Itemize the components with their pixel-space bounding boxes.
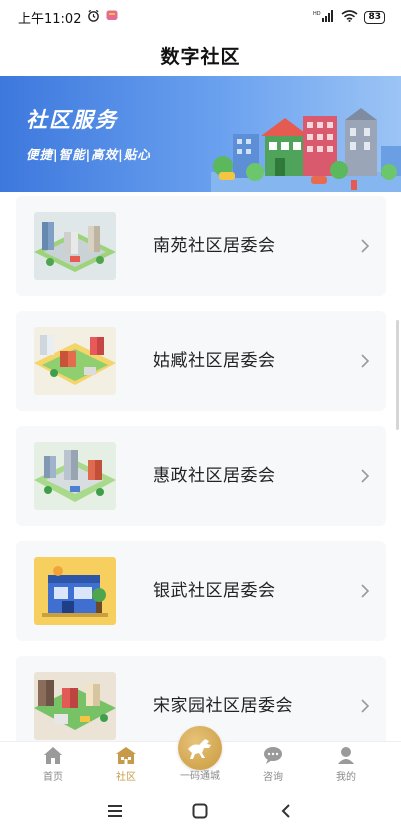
tab-label: 我的 [336,772,356,783]
storefront-icon [34,557,116,625]
community-icon [116,747,136,764]
tab-consult[interactable]: 咨询 [243,742,303,790]
community-service-banner[interactable]: 社区服务 便捷|智能|高效|贴心 [0,76,401,192]
banner-title: 社区服务 [26,108,118,132]
home-icon [44,747,62,764]
chevron-right-icon [361,239,370,253]
chat-icon [264,747,282,764]
system-nav-bar [0,789,401,833]
banner-subtitle: 便捷|智能|高效|贴心 [26,147,151,162]
status-bar: 上午11:02 HD 83 [0,0,401,34]
isometric-city-icon [34,212,116,280]
back-icon[interactable] [275,800,297,822]
page-title: 数字社区 [160,45,241,68]
isometric-city-icon [34,672,116,740]
svg-text:HD: HD [313,11,321,17]
status-time: 上午11:02 [18,11,82,27]
isometric-city-icon [34,327,116,395]
chevron-right-icon [361,354,370,368]
community-name: 惠政社区居委会 [153,466,276,486]
isometric-city-icon [34,442,116,510]
battery-indicator: 83 [364,10,385,24]
wifi-icon [341,9,358,25]
community-item-huizheng[interactable]: 惠政社区居委会 [16,426,386,526]
tab-label: 咨询 [263,772,283,783]
app-notification-icon [106,9,118,25]
scrollbar[interactable] [396,320,399,430]
page-header: 数字社区 [0,34,401,76]
tab-community[interactable]: 社区 [96,742,156,790]
community-item-yinwu[interactable]: 银武社区居委会 [16,541,386,641]
one-code-city-label: 一码通城 [180,771,220,782]
chevron-right-icon [361,699,370,713]
chevron-right-icon [361,584,370,598]
community-name: 南苑社区居委会 [153,236,276,256]
signal-icon: HD [313,9,335,25]
tab-label: 社区 [116,772,136,783]
horse-icon [188,739,211,759]
tab-profile[interactable]: 我的 [316,742,376,790]
home-square-icon[interactable] [189,800,211,822]
community-item-guzang[interactable]: 姑臧社区居委会 [16,311,386,411]
tab-home[interactable]: 首页 [23,742,83,790]
community-item-nanyuan[interactable]: 南苑社区居委会 [16,196,386,296]
community-name: 银武社区居委会 [153,581,276,601]
one-code-city-button[interactable] [178,726,222,770]
alarm-icon [87,9,100,26]
tab-label: 首页 [43,772,63,783]
city-illustration-icon [211,108,401,192]
community-name: 姑臧社区居委会 [153,351,276,371]
profile-icon [338,747,354,764]
chevron-right-icon [361,469,370,483]
menu-icon[interactable] [104,800,126,822]
